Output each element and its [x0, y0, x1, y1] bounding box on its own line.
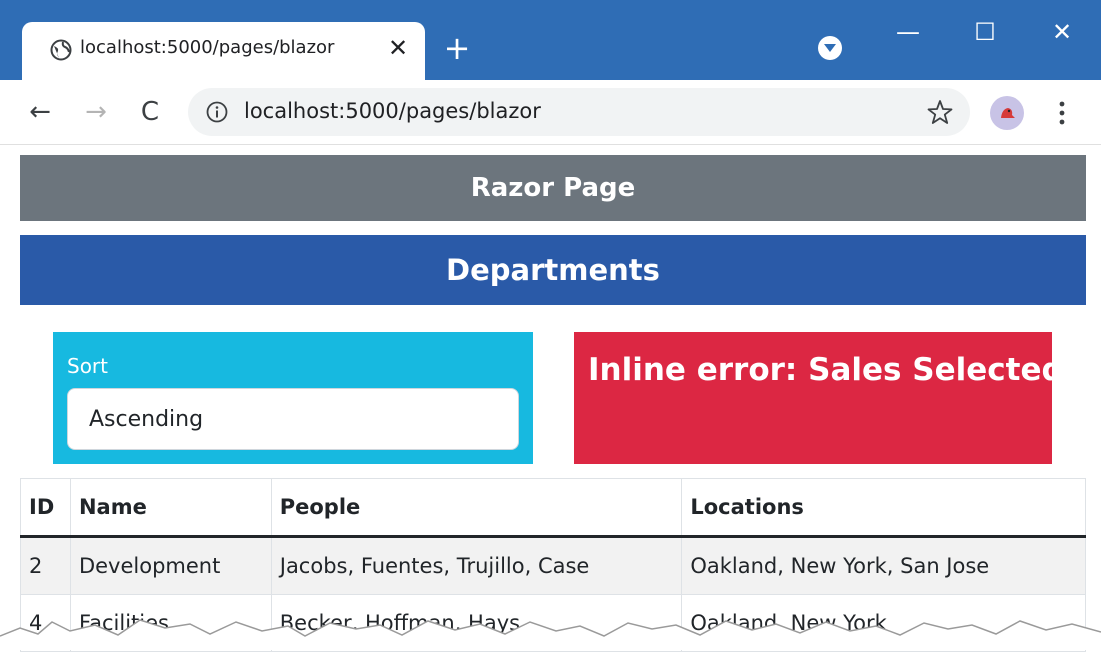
table-row: 2 Development Jacobs, Fuentes, Trujillo,… [20, 536, 1086, 595]
sort-label: Sort [67, 354, 108, 378]
cell-id: 2 [20, 536, 71, 595]
browser-toolbar: ← → C localhost:5000/pages/blazor [0, 80, 1101, 145]
maximize-button[interactable]: ☐ [965, 14, 1005, 54]
close-window-button[interactable]: ✕ [1042, 14, 1082, 54]
minimize-button[interactable]: — [888, 14, 928, 54]
sort-select[interactable]: Ascending [67, 388, 519, 450]
address-bar[interactable]: localhost:5000/pages/blazor [188, 88, 970, 136]
forward-button[interactable]: → [78, 94, 114, 130]
cell-name: Development [69, 536, 272, 595]
sort-panel: Sort Ascending [53, 332, 533, 464]
cell-people: Jacobs, Fuentes, Trujillo, Case [270, 536, 683, 595]
info-icon[interactable] [206, 101, 228, 123]
column-header-people: People [270, 478, 683, 538]
star-icon[interactable] [926, 98, 954, 126]
razor-page-banner: Razor Page [20, 155, 1086, 221]
tab-title: localhost:5000/pages/blazor [80, 37, 335, 58]
column-header-id: ID [20, 478, 71, 538]
column-header-locations: Locations [681, 478, 1086, 538]
cell-locations: Oakland, New York, San Jose [681, 536, 1086, 595]
kebab-menu-icon[interactable] [1052, 98, 1072, 128]
new-tab-button[interactable]: + [440, 32, 474, 66]
globe-icon [50, 39, 72, 61]
avatar[interactable] [990, 96, 1024, 130]
tab-close-icon[interactable]: ✕ [382, 32, 414, 64]
chevron-down-icon[interactable] [818, 36, 842, 60]
back-button[interactable]: ← [22, 94, 58, 130]
browser-tab[interactable]: localhost:5000/pages/blazor ✕ [22, 22, 425, 80]
torn-edge-decoration [0, 619, 1101, 650]
error-panel: Inline error: Sales Selected [574, 332, 1064, 464]
url-text[interactable]: localhost:5000/pages/blazor [244, 99, 541, 123]
column-header-name: Name [69, 478, 272, 538]
departments-banner: Departments [20, 235, 1086, 305]
browser-titlebar: localhost:5000/pages/blazor ✕ + — ☐ ✕ [0, 0, 1101, 80]
error-message: Inline error: Sales Selected [588, 352, 1064, 388]
table-header-row: ID Name People Locations [20, 478, 1086, 538]
reload-button[interactable]: C [132, 94, 168, 130]
